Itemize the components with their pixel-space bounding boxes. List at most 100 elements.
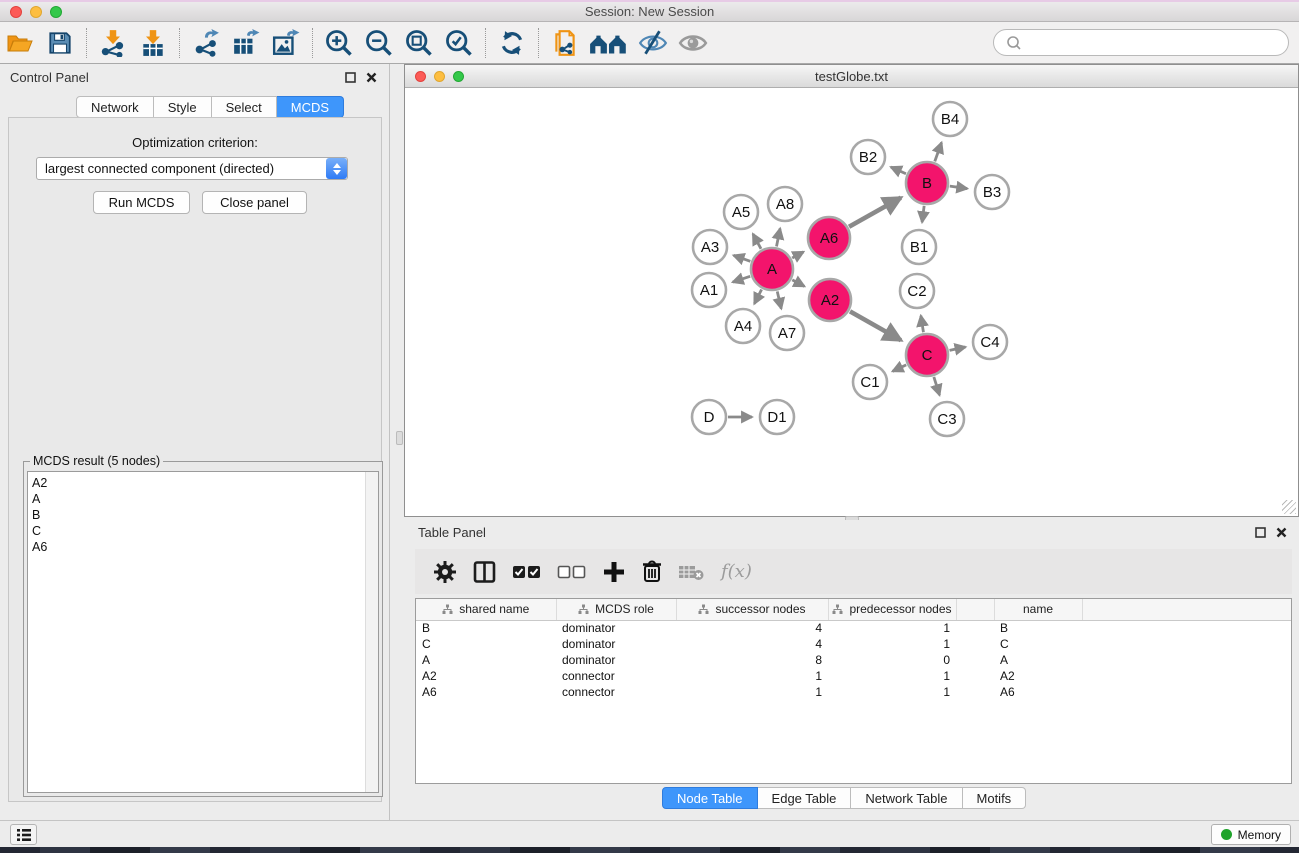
import-network-icon[interactable] — [93, 25, 133, 61]
edge-A-A3[interactable] — [734, 255, 751, 261]
node-A8[interactable]: A8 — [768, 187, 802, 221]
node-A2[interactable]: A2 — [809, 279, 851, 321]
table-cell[interactable]: A — [416, 652, 556, 668]
tab-style[interactable]: Style — [154, 96, 212, 118]
mcds-result-listbox[interactable]: A2ABCA6 — [27, 471, 379, 793]
table-cell[interactable]: A6 — [994, 684, 1082, 700]
network-from-selection-icon[interactable] — [545, 25, 585, 61]
table-row[interactable]: A6connector11A6 — [416, 684, 1291, 700]
import-table-icon[interactable] — [133, 25, 173, 61]
table-cell[interactable]: 8 — [676, 652, 828, 668]
result-scrollbar[interactable] — [365, 472, 378, 792]
column-header-predecessor-nodes[interactable]: predecessor nodes — [828, 599, 956, 620]
edge-C-C2[interactable] — [921, 316, 924, 333]
delete-column-icon[interactable] — [641, 559, 663, 584]
node-A4[interactable]: A4 — [726, 309, 760, 343]
node-B1[interactable]: B1 — [902, 230, 936, 264]
edge-B-B1[interactable] — [922, 206, 924, 222]
table-row[interactable]: Cdominator41C — [416, 636, 1291, 652]
vertical-split-handle[interactable] — [396, 431, 403, 445]
tab-motifs[interactable]: Motifs — [963, 787, 1027, 809]
table-cell[interactable]: 1 — [828, 620, 956, 636]
mcds-result-item[interactable]: A — [32, 491, 378, 507]
edge-C-C4[interactable] — [950, 347, 966, 350]
node-B2[interactable]: B2 — [851, 140, 885, 174]
node-C[interactable]: C — [906, 334, 948, 376]
edge-C-C3[interactable] — [934, 377, 940, 395]
node-C3[interactable]: C3 — [930, 402, 964, 436]
mcds-result-item[interactable]: A2 — [32, 475, 378, 491]
save-session-icon[interactable] — [40, 25, 80, 61]
window-resize-grip[interactable] — [1282, 500, 1296, 514]
tab-mcds[interactable]: MCDS — [277, 96, 344, 118]
table-cell[interactable]: 1 — [676, 684, 828, 700]
edge-C-C1[interactable] — [893, 365, 907, 371]
node-B[interactable]: B — [906, 162, 948, 204]
hide-selected-icon[interactable] — [633, 25, 673, 61]
edge-B-B2[interactable] — [891, 167, 906, 174]
node-D1[interactable]: D1 — [760, 400, 794, 434]
mcds-result-item[interactable]: C — [32, 523, 378, 539]
task-history-button[interactable] — [10, 824, 37, 845]
node-A[interactable]: A — [751, 248, 793, 290]
table-cell[interactable]: dominator — [556, 636, 676, 652]
table-cell[interactable]: dominator — [556, 620, 676, 636]
select-all-icon[interactable] — [512, 562, 542, 582]
zoom-selected-icon[interactable] — [439, 25, 479, 61]
column-header-successor-nodes[interactable]: successor nodes — [676, 599, 828, 620]
table-row[interactable]: Adominator80 A — [416, 652, 1291, 668]
node-A5[interactable]: A5 — [724, 195, 758, 229]
table-cell[interactable]: 1 — [676, 668, 828, 684]
close-panel-icon[interactable] — [366, 72, 377, 83]
table-cell[interactable]: A2 — [994, 668, 1082, 684]
table-cell[interactable]: connector — [556, 668, 676, 684]
open-file-icon[interactable] — [0, 25, 40, 61]
network-canvas[interactable]: AA1A2A3A4A5A6A7A8BB1B2B3B4CC1C2C3C4DD1 — [406, 88, 1297, 515]
show-all-icon[interactable] — [673, 25, 713, 61]
table-cell[interactable]: dominator — [556, 652, 676, 668]
float-table-panel-icon[interactable] — [1255, 527, 1266, 538]
close-table-panel-icon[interactable] — [1276, 527, 1287, 538]
node-A1[interactable]: A1 — [692, 273, 726, 307]
table-cell[interactable]: B — [416, 620, 556, 636]
deselect-all-icon[interactable] — [557, 562, 587, 582]
table-cell[interactable]: 4 — [676, 636, 828, 652]
close-panel-button[interactable]: Close panel — [202, 191, 307, 214]
edge-A-A2[interactable] — [792, 280, 804, 286]
column-header-shared-name[interactable]: shared name — [416, 599, 556, 620]
table-cell[interactable]: A — [994, 652, 1082, 668]
mcds-result-item[interactable]: A6 — [32, 539, 378, 555]
edge-A2-C[interactable] — [850, 311, 901, 340]
table-cell[interactable]: connector — [556, 684, 676, 700]
edge-A6-B[interactable] — [849, 198, 901, 227]
node-B4[interactable]: B4 — [933, 102, 967, 136]
table-cell[interactable]: A6 — [416, 684, 556, 700]
export-image-icon[interactable] — [266, 25, 306, 61]
first-neighbors-icon[interactable] — [585, 25, 633, 61]
export-table-icon[interactable] — [226, 25, 266, 61]
edge-B-B4[interactable] — [935, 143, 942, 162]
edge-A-A7[interactable] — [777, 291, 781, 308]
edge-A-A4[interactable] — [754, 289, 761, 303]
tab-select[interactable]: Select — [212, 96, 277, 118]
tab-network[interactable]: Network — [76, 96, 154, 118]
table-cell[interactable]: 0 — [828, 652, 956, 668]
run-mcds-button[interactable]: Run MCDS — [93, 191, 190, 214]
node-A3[interactable]: A3 — [693, 230, 727, 264]
table-cell[interactable]: A2 — [416, 668, 556, 684]
search-field[interactable] — [993, 29, 1289, 56]
search-input[interactable] — [1028, 35, 1288, 50]
zoom-in-icon[interactable] — [319, 25, 359, 61]
table-cell[interactable]: B — [994, 620, 1082, 636]
edge-A-A1[interactable] — [733, 276, 750, 282]
node-D[interactable]: D — [692, 400, 726, 434]
tab-network-table[interactable]: Network Table — [851, 787, 962, 809]
node-B3[interactable]: B3 — [975, 175, 1009, 209]
column-header-MCDS-role[interactable]: MCDS role — [556, 599, 676, 620]
settings-gear-icon[interactable] — [433, 560, 457, 584]
tab-node-table[interactable]: Node Table — [662, 787, 758, 809]
node-A6[interactable]: A6 — [808, 217, 850, 259]
edge-A-A5[interactable] — [753, 234, 761, 249]
zoom-fit-icon[interactable] — [399, 25, 439, 61]
add-column-icon[interactable] — [602, 560, 626, 584]
